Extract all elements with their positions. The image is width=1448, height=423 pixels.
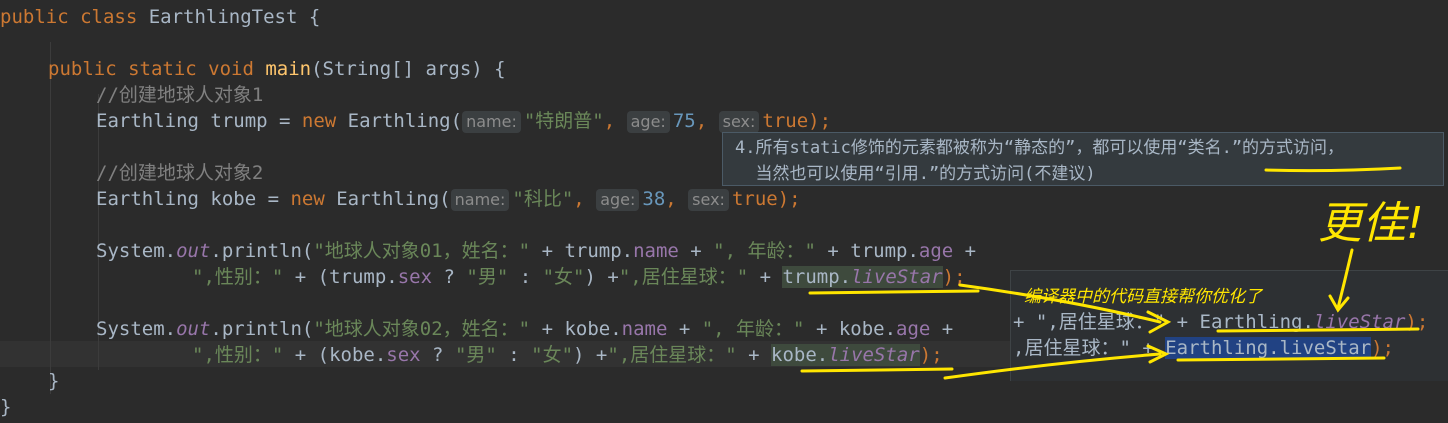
underline-mark	[1264, 166, 1402, 173]
annotation-overlay: 更佳!	[800, 166, 1424, 380]
arrow-mark	[943, 352, 1162, 380]
underline-mark	[1216, 327, 1420, 333]
underline-mark	[800, 367, 954, 373]
underline-mark	[808, 289, 980, 295]
handwritten-note: 更佳!	[1318, 198, 1424, 249]
arrow-mark	[958, 283, 1162, 324]
underline-mark	[1176, 356, 1386, 362]
